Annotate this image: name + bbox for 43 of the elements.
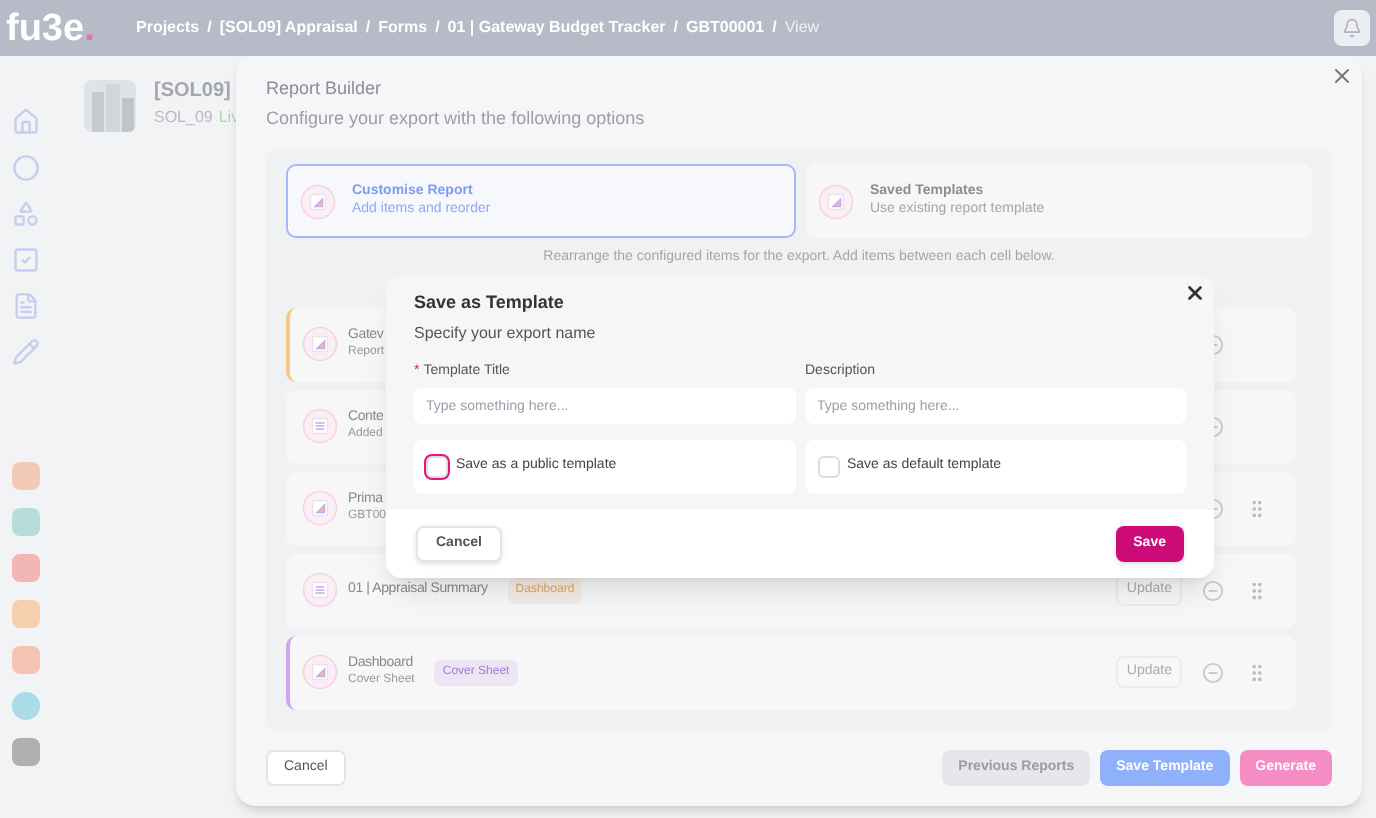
remove-icon[interactable] [1202, 661, 1224, 683]
project-code: [SOL09] [154, 80, 233, 105]
nav-icon[interactable] [12, 292, 40, 320]
panel-title: Report Builder [266, 76, 384, 102]
nav-icon[interactable] [12, 154, 40, 182]
app-icon[interactable] [12, 738, 40, 766]
breadcrumb[interactable]: GBT00001 [685, 16, 765, 40]
nav-icon[interactable] [12, 338, 40, 366]
notification-button[interactable] [1334, 10, 1370, 46]
breadcrumb[interactable]: [SOL09] Appraisal [219, 16, 358, 40]
breadcrumb[interactable]: / [435, 16, 440, 40]
app-icon[interactable] [12, 600, 40, 628]
breadcrumb[interactable]: / [365, 16, 371, 40]
item-icon [302, 408, 338, 444]
breadcrumb[interactable]: / [207, 16, 212, 40]
app-icon[interactable] [12, 462, 40, 490]
breadcrumb[interactable]: Forms [378, 16, 428, 40]
breadcrumb[interactable]: 01 | Gateway Budget Tracker [447, 16, 666, 40]
nav-icon[interactable] [12, 200, 40, 228]
app-icon[interactable] [12, 554, 40, 582]
checkbox[interactable] [817, 456, 839, 478]
logo[interactable]: fu3e. [6, 9, 130, 47]
item-icon [302, 654, 338, 690]
breadcrumb[interactable]: Projects [136, 16, 200, 40]
item-icon [818, 183, 854, 219]
breadcrumb[interactable]: / [673, 16, 678, 40]
app-icon[interactable] [12, 646, 40, 674]
nav-icon[interactable] [12, 108, 40, 136]
item-icon [302, 490, 338, 526]
item-icon [302, 326, 338, 362]
close-button[interactable] [1184, 282, 1206, 304]
item-icon [302, 572, 338, 608]
project-subtitle: SOL_09 [154, 105, 213, 129]
remove-icon[interactable] [1202, 579, 1224, 601]
app-icon[interactable] [12, 692, 40, 720]
app-icon[interactable] [12, 508, 40, 536]
nav-icon[interactable] [12, 246, 40, 274]
dialog-subtitle: Specify your export name [414, 321, 598, 345]
dialog-title: Save as Template [414, 290, 566, 316]
breadcrumb[interactable]: / [772, 16, 777, 40]
panel-subtitle: Configure your export with the following options [266, 105, 647, 132]
item-icon [300, 183, 336, 219]
bell-icon [1342, 18, 1362, 38]
